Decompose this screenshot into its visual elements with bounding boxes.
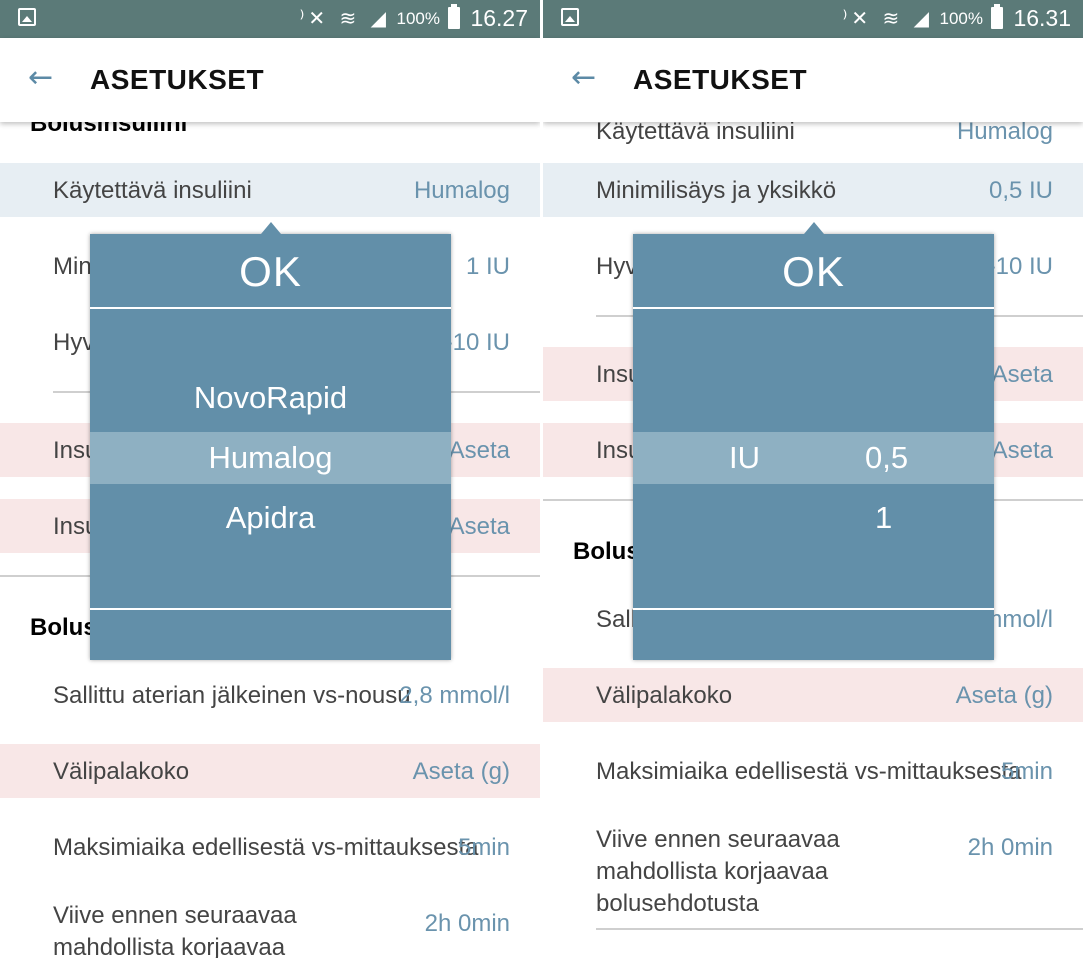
setting-value: -10 IU [987,253,1053,280]
gallery-notification-icon [18,8,36,26]
picker-option[interactable]: NovoRapid [90,380,451,416]
popup-pointer [804,222,824,234]
setting-insulin-type[interactable]: Käytettävä insuliini Humalog [0,163,540,217]
signal-wifi-mute-icons: ⁾✕ ≋ ◢ [299,6,390,30]
setting-value: Aseta (g) [955,682,1053,709]
picker-value-selected[interactable]: 0,5 [865,440,908,476]
setting-max-time[interactable]: Maksimiaika edellisestä vs-mittauksesta … [0,820,540,874]
setting-label: Käytettävä insuliini [53,177,252,204]
ok-button[interactable]: OK [633,234,994,308]
setting-value: Humalog [956,118,1053,145]
setting-value: Aseta [991,437,1053,464]
setting-value: 2,8 mmol/l [399,682,510,709]
picker-unit[interactable]: IU [729,440,760,476]
page-title: ASETUKSET [90,64,265,95]
ok-button[interactable]: OK [90,234,451,308]
setting-value: 5min [1000,758,1053,785]
screen-left: ⁾✕ ≋ ◢ 100% 16.27 ← ASETUKSET Bolusinsul… [0,0,540,958]
back-arrow-icon[interactable]: ← [28,60,53,95]
setting-label: Hyv [53,329,95,356]
setting-label: Välipalakoko [53,758,190,785]
picker-option[interactable]: Apidra [90,500,451,536]
setting-value: 2h 0min [424,910,510,937]
setting-label: Sallittu aterian jälkeinen vs-nousu [53,682,411,709]
setting-label: Hyv [596,253,638,280]
picker-top-line [633,307,994,309]
setting-min-increment[interactable]: Minimilisäys ja yksikkö 0,5 IU [543,163,1083,217]
setting-max-time[interactable]: Maksimiaika edellisestä vs-mittauksesta … [543,744,1083,798]
setting-label: Viive ennen seuraavaa mahdollista korjaa… [53,902,297,958]
setting-value: 0,5 IU [988,177,1053,204]
setting-value: -10 IU [444,329,510,356]
battery-percent: 100% [939,9,983,28]
battery-icon [991,4,1003,29]
setting-delay[interactable]: Viive ennen seuraavaa mahdollista korjaa… [543,820,1083,917]
setting-label: Maksimiaika edellisestä vs-mittauksesta [596,758,1022,785]
setting-label: Min [53,253,92,280]
increment-picker-popup: OK IU 0,5 1 [633,222,994,660]
screen-right: ⁾✕ ≋ ◢ 100% 16.31 ← ASETUKSET Käytettävä… [543,0,1083,958]
app-bar: ← ASETUKSET [0,38,540,122]
picker-top-line [90,307,451,309]
setting-label: Käytettävä insuliini [596,118,795,145]
setting-label: Välipalakoko [596,682,733,709]
setting-value: Aseta [448,513,510,540]
setting-value: Aseta [991,361,1053,388]
setting-value: 2h 0min [967,834,1053,861]
picker-selection-band [633,432,994,484]
setting-delay[interactable]: Viive ennen seuraavaa mahdollista korjaa… [0,896,540,958]
setting-value: Humalog [413,177,510,204]
battery-percent: 100% [396,9,440,28]
clock: 16.31 [1013,5,1071,31]
status-bar: ⁾✕ ≋ ◢ 100% 16.27 [0,0,540,38]
setting-label: Minimilisäys ja yksikkö [596,177,837,204]
picker-bottom-line [633,608,994,610]
app-bar: ← ASETUKSET [543,38,1083,122]
setting-snack-size[interactable]: Välipalakoko Aseta (g) [543,668,1083,722]
setting-label: Maksimiaika edellisestä vs-mittauksesta [53,834,479,861]
insulin-picker-popup: OK NovoRapid Humalog Apidra [90,222,451,660]
setting-label: Sall [596,606,637,633]
back-arrow-icon[interactable]: ← [571,60,596,95]
signal-wifi-mute-icons: ⁾✕ ≋ ◢ [842,6,933,30]
setting-label: Viive ennen seuraavaa mahdollista korjaa… [596,826,840,917]
popup-pointer [261,222,281,234]
setting-value: Aseta (g) [412,758,510,785]
page-title: ASETUKSET [633,64,808,95]
divider [596,928,1083,930]
battery-icon [448,4,460,29]
picker-option-selected[interactable]: Humalog [90,440,451,476]
gallery-notification-icon [561,8,579,26]
setting-value: Aseta [448,437,510,464]
setting-snack-size[interactable]: Välipalakoko Aseta (g) [0,744,540,798]
picker-value[interactable]: 1 [875,500,892,536]
setting-postmeal-rise[interactable]: Sallittu aterian jälkeinen vs-nousu 2,8 … [0,668,540,722]
setting-value: 1 IU [465,253,510,280]
picker-bottom-line [90,608,451,610]
clock: 16.27 [470,5,528,31]
status-bar: ⁾✕ ≋ ◢ 100% 16.31 [543,0,1083,38]
setting-value: 5min [457,834,510,861]
